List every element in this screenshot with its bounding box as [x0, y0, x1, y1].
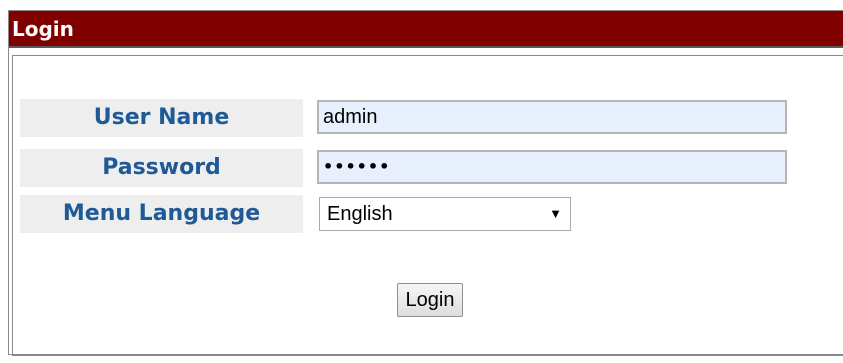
login-form: User Name admin Password •••••• Menu Lan… — [12, 55, 843, 356]
login-button[interactable]: Login — [397, 283, 463, 317]
page-title: Login — [9, 11, 843, 48]
username-label: User Name — [20, 99, 303, 137]
password-input[interactable]: •••••• — [317, 150, 787, 184]
menu-language-select[interactable]: English ▼ — [319, 197, 571, 231]
chevron-down-icon[interactable]: ▼ — [549, 198, 562, 230]
menu-language-selected: English — [327, 203, 393, 225]
login-window: Login User Name admin Password •••••• Me… — [8, 10, 843, 356]
menu-language-label: Menu Language — [20, 195, 303, 233]
username-input[interactable]: admin — [317, 100, 787, 134]
password-label: Password — [20, 149, 303, 187]
